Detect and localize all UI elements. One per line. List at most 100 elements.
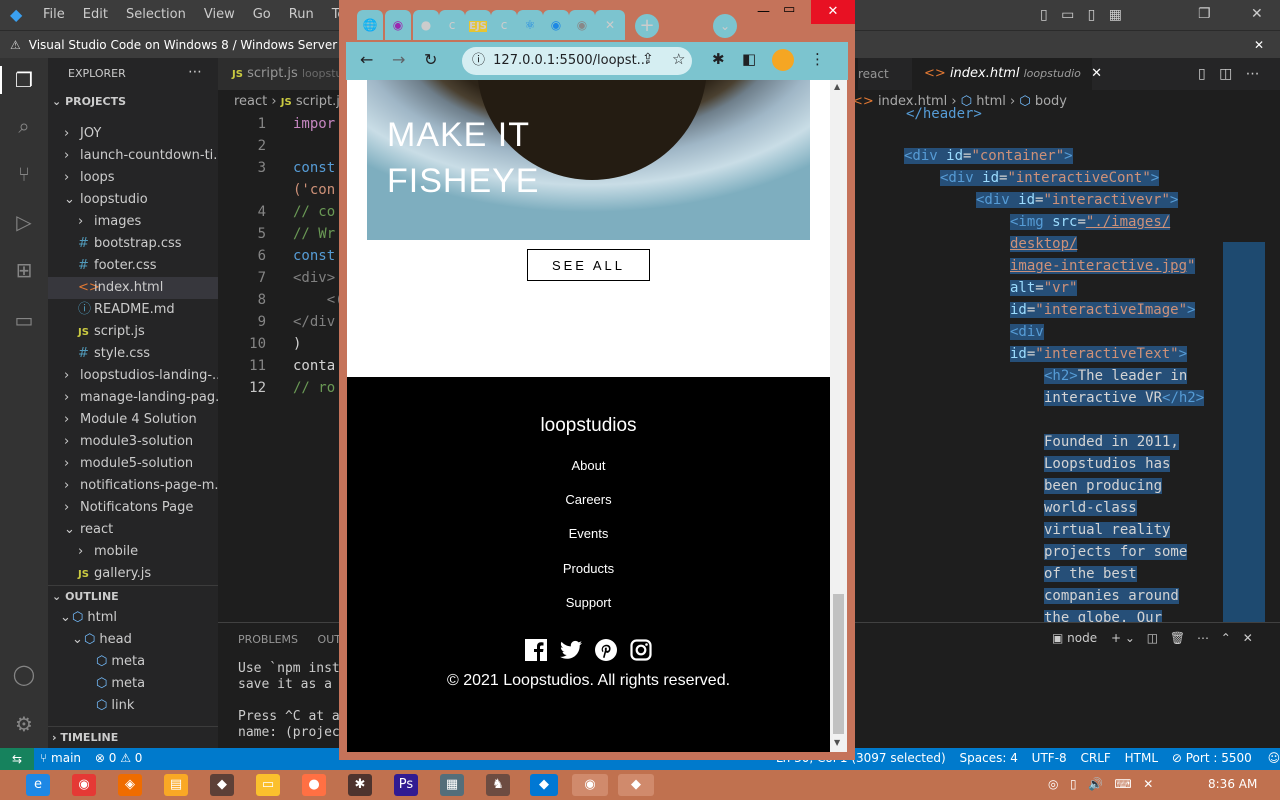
settings-gear-icon[interactable]: ⚙ (12, 712, 36, 736)
share-icon[interactable]: ⇪ (642, 51, 654, 67)
close-notice-icon[interactable]: ✕ (1254, 38, 1264, 52)
toggle-sidebar-icon[interactable]: ▯ (1040, 7, 1048, 23)
browser-tab-active[interactable]: ✕ (595, 10, 625, 40)
minimap[interactable] (1223, 242, 1265, 622)
file-explorer-icon[interactable]: ▤ (164, 774, 188, 796)
forward-icon[interactable]: → (392, 50, 405, 69)
browser-menu-icon[interactable]: ⋮ (810, 50, 825, 68)
tree-item[interactable]: ⌄ react (48, 519, 218, 541)
tree-item[interactable]: › module5-solution (48, 453, 218, 475)
maximize-panel-icon[interactable]: ⌃ (1221, 631, 1231, 645)
tree-item[interactable]: # bootstrap.css (48, 233, 218, 255)
error-count[interactable]: 0 (109, 751, 117, 765)
tab-script-js[interactable]: JS script.js loopstu (218, 58, 348, 90)
split-editor-icon[interactable]: ◫ (1219, 66, 1232, 82)
outline-item[interactable]: ⬡ link (48, 695, 218, 717)
browser-tab[interactable]: 🌐 (357, 10, 383, 40)
run-debug-icon[interactable]: ▷ (12, 210, 36, 234)
bookmark-star-icon[interactable]: ☆ (672, 50, 685, 68)
outline-section-header[interactable]: ⌄ OUTLINE (48, 585, 218, 607)
tree-item[interactable]: JS gallery.js (48, 563, 218, 585)
tree-item[interactable]: › loops (48, 167, 218, 189)
see-all-button[interactable]: SEE ALL (527, 249, 650, 281)
sticky-notes-icon[interactable]: ▭ (256, 774, 280, 796)
network-icon[interactable]: ✕ (1143, 777, 1153, 791)
tree-item[interactable]: ⓘ README.md (48, 299, 218, 321)
browser-tab[interactable]: c (439, 10, 465, 40)
scroll-up-icon[interactable]: ▲ (834, 82, 840, 91)
profile-avatar[interactable] (772, 49, 794, 71)
tab-index-html[interactable]: <> index.html loopstudio ✕ (912, 58, 1102, 90)
site-info-icon[interactable]: ⓘ (472, 53, 485, 68)
encoding[interactable]: UTF-8 (1032, 751, 1067, 765)
app-icon[interactable]: ◆ (210, 774, 234, 796)
tab-react[interactable]: react (858, 58, 910, 90)
tree-item[interactable]: › notifications-page-m... (48, 475, 218, 497)
extensions-icon[interactable]: ✱ (712, 50, 725, 68)
close-panel-icon[interactable]: ✕ (1243, 631, 1253, 645)
tree-item[interactable]: # style.css (48, 343, 218, 365)
close-browser-icon[interactable]: ✕ (811, 0, 855, 24)
open-preview-icon[interactable]: ▯ (1198, 66, 1206, 82)
chrome-icon[interactable]: ◉ (72, 774, 96, 796)
timeline-section-header[interactable]: › TIMELINE (48, 726, 218, 748)
source-control-icon[interactable]: ⑂ (12, 162, 36, 186)
address-bar[interactable]: ⓘ 127.0.0.1:5500/loopst... (462, 47, 692, 75)
outline-item[interactable]: ⬡ meta (48, 651, 218, 673)
warning-count[interactable]: 0 (135, 751, 143, 765)
calculator-icon[interactable]: ▦ (440, 774, 464, 796)
browser-tab[interactable]: ◉ (385, 10, 411, 40)
chrome-active-icon[interactable]: ◉ (572, 774, 608, 796)
tree-item[interactable]: › JOY (48, 123, 218, 145)
firefox-icon[interactable]: ● (302, 774, 326, 796)
footer-link-events[interactable]: Events (347, 526, 830, 541)
app-icon[interactable]: ♞ (486, 774, 510, 796)
explorer-icon[interactable]: ❐ (12, 68, 36, 92)
menu-view[interactable]: View (195, 0, 244, 30)
tree-item[interactable]: › launch-countdown-ti... (48, 145, 218, 167)
clock[interactable]: 8:36 AM (1208, 777, 1257, 791)
app-icon[interactable]: ◈ (118, 774, 142, 796)
volume-icon[interactable]: 🔊 (1088, 777, 1103, 791)
close-tab-icon[interactable]: ✕ (1091, 66, 1102, 81)
facebook-icon[interactable] (525, 639, 547, 661)
browser-tab[interactable]: c (491, 10, 517, 40)
minimize-browser-icon[interactable]: — (757, 4, 770, 19)
menu-go[interactable]: Go (244, 0, 280, 30)
split-terminal-icon[interactable]: ◫ (1147, 631, 1158, 645)
tree-item[interactable]: JS script.js (48, 321, 218, 343)
pinterest-icon[interactable] (595, 639, 617, 661)
customize-layout-icon[interactable]: ▦ (1109, 7, 1122, 23)
back-icon[interactable]: ← (360, 50, 373, 69)
search-icon[interactable]: ⌕ (12, 114, 36, 138)
language-mode[interactable]: HTML (1125, 751, 1158, 765)
browser-tab[interactable]: ● (413, 10, 439, 40)
browser-tab[interactable]: ◉ (543, 10, 569, 40)
footer-link-support[interactable]: Support (347, 595, 830, 610)
more-actions-icon[interactable]: ⋯ (1246, 66, 1260, 82)
app-tray-icon[interactable]: ◎ (1048, 777, 1058, 791)
extensions-icon[interactable]: ⊞ (12, 258, 36, 282)
tree-item[interactable]: › mobile (48, 541, 218, 563)
more-actions-icon[interactable]: ⋯ (188, 64, 202, 80)
tree-item[interactable]: › manage-landing-pag... (48, 387, 218, 409)
footer-link-products[interactable]: Products (347, 561, 830, 576)
breadcrumb-item[interactable]: body (1035, 94, 1067, 109)
remote-indicator-icon[interactable]: ⇆ (0, 748, 34, 770)
tree-item[interactable]: <>index.html (48, 277, 218, 299)
tree-item[interactable]: › loopstudios-landing-... (48, 365, 218, 387)
tree-item[interactable]: › images (48, 211, 218, 233)
feedback-icon[interactable]: ☺ (1268, 751, 1280, 765)
tree-item[interactable]: › module3-solution (48, 431, 218, 453)
footer-link-about[interactable]: About (347, 458, 830, 473)
more-actions-icon[interactable]: ⋯ (1197, 631, 1209, 645)
menu-edit[interactable]: Edit (74, 0, 117, 30)
breadcrumb-item[interactable]: react (234, 94, 267, 109)
outline-item[interactable]: ⌄⬡ html (48, 607, 218, 629)
menu-selection[interactable]: Selection (117, 0, 195, 30)
footer-logo[interactable]: loopstudios (347, 415, 830, 437)
scroll-down-icon[interactable]: ▼ (834, 738, 840, 747)
scrollbar-thumb[interactable] (833, 594, 844, 734)
browser-tab[interactable]: ◉ (569, 10, 595, 40)
menu-run[interactable]: Run (280, 0, 323, 30)
